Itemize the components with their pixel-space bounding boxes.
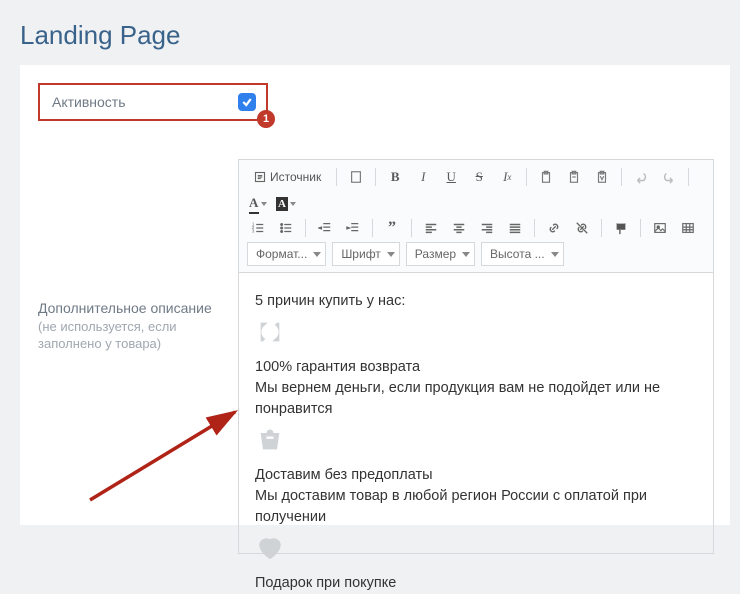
undo-button[interactable] — [630, 167, 652, 187]
size-select[interactable]: Размер — [406, 242, 475, 266]
link-button[interactable] — [543, 218, 565, 238]
activity-label: Активность — [52, 94, 126, 110]
format-select[interactable]: Формат... — [247, 242, 326, 266]
block2-title: Доставим без предоплаты — [255, 465, 697, 486]
annotation-badge-1: 1 — [257, 110, 275, 128]
strike-button[interactable]: S — [468, 167, 490, 187]
image-button[interactable] — [649, 218, 671, 238]
table-button[interactable] — [677, 218, 699, 238]
block3-title: Подарок при покупке — [255, 573, 697, 594]
ordered-list-button[interactable]: 123 — [247, 218, 269, 238]
refresh-icon — [255, 318, 697, 353]
text-color-button[interactable]: A — [247, 194, 269, 214]
paste-button[interactable] — [535, 167, 557, 187]
bag-icon — [255, 426, 697, 461]
paste-word-button[interactable] — [591, 167, 613, 187]
remove-format-button[interactable]: Ix — [496, 167, 518, 187]
unlink-button[interactable] — [571, 218, 593, 238]
indent-button[interactable] — [342, 218, 364, 238]
activity-field: Активность 1 — [38, 83, 268, 121]
block2-text: Мы доставим товар в любой регион России … — [255, 486, 697, 528]
bold-button[interactable]: B — [384, 167, 406, 187]
anchor-button[interactable] — [610, 218, 632, 238]
blockquote-button[interactable]: ” — [381, 218, 403, 238]
rich-text-editor: Источник B I U S Ix — [238, 159, 714, 554]
source-button[interactable]: Источник — [247, 166, 328, 188]
align-right-button[interactable] — [476, 218, 498, 238]
redo-button[interactable] — [658, 167, 680, 187]
svg-text:3: 3 — [252, 228, 255, 233]
editor-content[interactable]: 5 причин купить у нас: 100% гарантия воз… — [239, 273, 713, 553]
lineheight-select[interactable]: Высота ... — [481, 242, 564, 266]
heart-icon — [255, 534, 697, 569]
description-hint: (не используется, если заполнено у товар… — [38, 318, 218, 353]
underline-button[interactable]: U — [440, 167, 462, 187]
italic-button[interactable]: I — [412, 167, 434, 187]
align-center-button[interactable] — [448, 218, 470, 238]
form-panel: Активность 1 Дополнительное описание (не… — [20, 65, 730, 525]
align-justify-button[interactable] — [504, 218, 526, 238]
outdent-button[interactable] — [314, 218, 336, 238]
font-select[interactable]: Шрифт — [332, 242, 399, 266]
content-heading: 5 причин купить у нас: — [255, 291, 697, 312]
source-button-label: Источник — [270, 170, 321, 184]
new-page-icon[interactable] — [345, 167, 367, 187]
align-left-button[interactable] — [420, 218, 442, 238]
block1-text: Мы вернем деньги, если продукция вам не … — [255, 378, 697, 420]
block1-title: 100% гарантия возврата — [255, 357, 697, 378]
bullet-list-button[interactable] — [275, 218, 297, 238]
page-title: Landing Page — [0, 0, 740, 65]
activity-checkbox[interactable] — [238, 93, 256, 111]
editor-toolbar: Источник B I U S Ix — [239, 160, 713, 273]
bg-color-button[interactable]: A — [275, 194, 297, 214]
paste-text-button[interactable] — [563, 167, 585, 187]
description-label: Дополнительное описание — [38, 299, 218, 318]
